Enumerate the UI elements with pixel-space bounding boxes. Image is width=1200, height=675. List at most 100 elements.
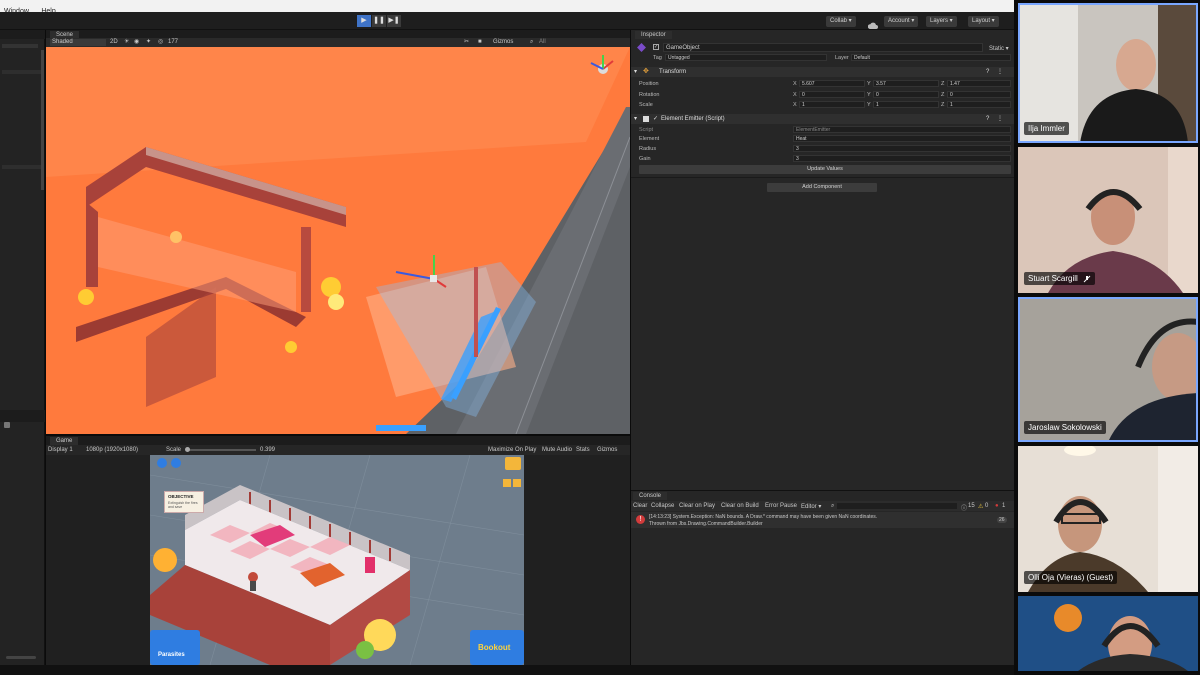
scale-slider-handle[interactable]: [185, 447, 190, 452]
shading-mode-dropdown[interactable]: Shaded: [50, 39, 106, 46]
participant-tile[interactable]: Olli Oja (Vieras) (Guest): [1018, 446, 1198, 592]
scale-z-field[interactable]: 1: [947, 101, 1011, 108]
mute-audio-toggle[interactable]: Mute Audio: [542, 446, 572, 454]
transform-header[interactable]: ▾ ✥ Transform ? ⋮: [631, 67, 1014, 77]
position-x-field[interactable]: 5.607: [799, 80, 865, 87]
game-gizmos-dropdown[interactable]: Gizmos: [597, 446, 617, 454]
video-feed: [1018, 596, 1198, 671]
game-viewport[interactable]: OBJECTIVE Extinguish the fires and save …: [150, 455, 524, 665]
warning-icon[interactable]: ⚠: [978, 503, 983, 510]
bookout-button[interactable]: Bookout: [478, 643, 510, 652]
project-tab[interactable]: [0, 410, 45, 422]
script-label: Script: [639, 127, 654, 133]
console-editor-dropdown[interactable]: Editor ▾: [801, 503, 821, 510]
rotation-z-field[interactable]: 0: [947, 91, 1011, 98]
info-icon[interactable]: ⓘ: [961, 503, 967, 512]
parasites-label[interactable]: Parasites: [158, 652, 185, 658]
tag-label: Tag: [653, 55, 662, 61]
layers-dropdown[interactable]: Layers ▾: [926, 16, 957, 27]
emitter-header[interactable]: ▾ ✓ Element Emitter (Script) ? ⋮: [631, 114, 1014, 124]
object-name-field[interactable]: GameObject: [663, 43, 983, 52]
position-y-field[interactable]: 3.57: [873, 80, 939, 87]
console-entry-line1: [14:13:23] System.Exception: NaN bounds.…: [649, 514, 878, 520]
tab-game[interactable]: Game: [50, 437, 79, 445]
hierarchy-row[interactable]: [2, 70, 42, 74]
hierarchy-row[interactable]: [2, 44, 38, 48]
tag-dropdown[interactable]: Untagged: [665, 54, 827, 61]
component-menu-icon[interactable]: ⋮: [997, 114, 1003, 124]
step-button[interactable]: ▶❚: [387, 15, 401, 27]
console-clear-button[interactable]: Clear: [633, 503, 647, 509]
scale-slider[interactable]: [186, 449, 256, 451]
cloud-icon[interactable]: [867, 17, 878, 29]
display-dropdown[interactable]: Display 1: [48, 446, 73, 454]
2d-toggle[interactable]: 2D: [110, 39, 118, 46]
hierarchy-scrollbar[interactable]: [41, 50, 44, 190]
console-collapse-button[interactable]: Collapse: [651, 503, 674, 509]
console-toolbar: Clear Collapse Clear on Play Clear on Bu…: [631, 501, 1014, 512]
console-error-pause-button[interactable]: Error Pause: [765, 503, 797, 509]
participant-tile[interactable]: [1018, 596, 1198, 671]
hierarchy-row[interactable]: [2, 165, 42, 169]
error-entry-icon: !: [636, 515, 645, 524]
log-count: 15: [968, 503, 975, 509]
rotation-x-field[interactable]: 0: [799, 91, 865, 98]
layout-dropdown[interactable]: Layout ▾: [968, 16, 999, 27]
lighting-icon[interactable]: ☀: [124, 39, 129, 46]
tab-console[interactable]: Console: [633, 492, 668, 500]
zoom-slider[interactable]: [6, 656, 36, 659]
scale-x-field[interactable]: 1: [799, 101, 865, 108]
tab-inspector[interactable]: Inspector: [635, 31, 672, 39]
pause-button[interactable]: ❚❚: [372, 15, 386, 27]
scale-y-field[interactable]: 1: [873, 101, 939, 108]
stats-toggle[interactable]: Stats: [576, 446, 590, 454]
collab-dropdown[interactable]: Collab ▾: [826, 16, 856, 27]
position-z-field[interactable]: 1.47: [947, 80, 1011, 87]
hidden-count-icon[interactable]: ◎: [158, 39, 163, 46]
component-menu-icon[interactable]: ⋮: [997, 67, 1003, 77]
camera-icon[interactable]: ■: [478, 39, 482, 46]
scene-viewport[interactable]: [46, 47, 630, 434]
static-dropdown[interactable]: Static ▾: [989, 45, 1009, 52]
account-dropdown[interactable]: Account ▾: [884, 16, 919, 27]
enabled-checkbox[interactable]: ✓: [653, 114, 658, 124]
console-search-icon[interactable]: ⌕: [831, 503, 834, 510]
participant-tile[interactable]: Ilja Immler: [1018, 3, 1198, 143]
menubar: Window Help: [0, 0, 1014, 15]
console-search-input[interactable]: [837, 503, 957, 509]
hierarchy-tab[interactable]: [0, 30, 45, 39]
gizmos-dropdown[interactable]: Gizmos: [493, 39, 513, 46]
effects-icon[interactable]: ✦: [146, 39, 151, 46]
entry-count-badge: 26: [997, 517, 1007, 523]
active-checkbox[interactable]: ✓: [653, 44, 659, 50]
console-entry[interactable]: ! [14:13:23] System.Exception: NaN bound…: [631, 512, 1014, 528]
play-button[interactable]: ▶: [357, 15, 371, 27]
update-values-button[interactable]: Update Values: [639, 165, 1011, 174]
element-dropdown[interactable]: Heat: [793, 135, 1011, 142]
participant-tile[interactable]: Stuart Scargill: [1018, 147, 1198, 293]
hierarchy-panel[interactable]: [0, 30, 45, 665]
scale-value: 0.399: [260, 447, 276, 453]
component-help-icon[interactable]: ?: [986, 67, 989, 77]
component-help-icon[interactable]: ?: [986, 114, 989, 124]
error-icon[interactable]: ●: [995, 503, 999, 509]
console-clear-on-build-button[interactable]: Clear on Build: [721, 503, 759, 509]
folder-icon[interactable]: [4, 422, 10, 428]
add-component-button[interactable]: Add Component: [767, 183, 877, 192]
console-clear-on-play-button[interactable]: Clear on Play: [679, 503, 715, 509]
rotation-y-field[interactable]: 0: [873, 91, 939, 98]
participant-tile[interactable]: Jaroslaw Sokolowski: [1018, 297, 1198, 442]
radius-field[interactable]: 3: [793, 145, 1011, 152]
resolution-dropdown[interactable]: 1080p (1920x1080): [86, 446, 138, 454]
foldout-arrow-icon: ▾: [634, 116, 638, 122]
search-icon[interactable]: ⌕: [530, 39, 533, 46]
scene-search-all[interactable]: All: [539, 39, 546, 46]
layer-dropdown[interactable]: Default: [851, 54, 1011, 61]
axis-z-label: Z: [941, 92, 945, 98]
objective-title: OBJECTIVE: [168, 494, 194, 499]
tools-icon[interactable]: ✂: [464, 39, 469, 46]
audio-icon[interactable]: ◉: [134, 39, 139, 46]
gain-field[interactable]: 3: [793, 155, 1011, 162]
gain-label: Gain: [639, 156, 651, 162]
maximize-on-play-toggle[interactable]: Maximize On Play: [488, 446, 536, 454]
